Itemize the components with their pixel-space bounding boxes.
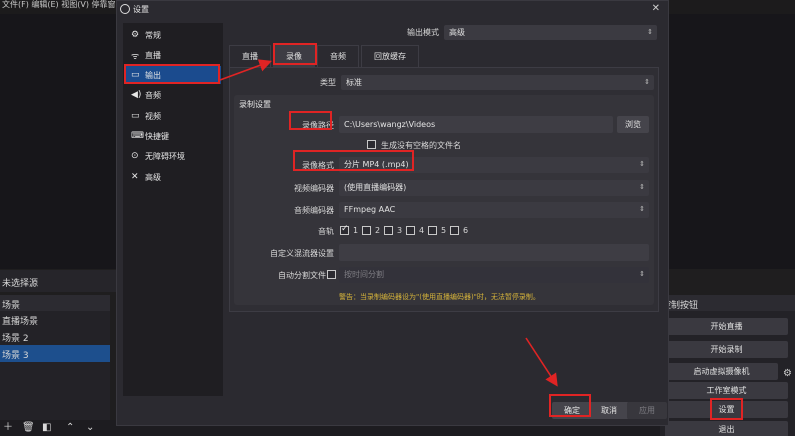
- audio-track-2-checkbox[interactable]: [362, 226, 371, 235]
- annotation-box-path-label: [289, 111, 332, 130]
- start-virtual-camera-button[interactable]: 启动虚拟摄像机: [665, 363, 778, 380]
- scene-item[interactable]: 直播场景: [0, 311, 110, 328]
- scene-item[interactable]: 场景 2: [0, 328, 110, 345]
- tab-replay-buffer[interactable]: 回放缓存: [361, 45, 419, 67]
- video-encoder-select[interactable]: (使用直播编码器) ⇕: [339, 180, 649, 196]
- dialog-title: 设置: [133, 4, 149, 14]
- audio-encoder-value: FFmpeg AAC: [344, 205, 396, 214]
- audio-encoder-select[interactable]: FFmpeg AAC ⇕: [339, 202, 649, 218]
- monitor-icon: ▭: [131, 111, 140, 121]
- sidebar-item-label: 音频: [145, 90, 161, 100]
- audio-track-1-checkbox[interactable]: [340, 224, 349, 235]
- autosplit-select[interactable]: 按时间分割 ⇕: [339, 267, 649, 283]
- trash-icon[interactable]: 🗑: [22, 420, 35, 436]
- sidebar-item-label: 视频: [145, 111, 161, 121]
- scene-item-selected[interactable]: 场景 3: [0, 345, 110, 362]
- gear-icon: ⚙: [131, 30, 140, 40]
- sidebar-item-hotkeys[interactable]: ⌨ 快捷键: [125, 127, 221, 145]
- audio-track-label: 5: [441, 226, 447, 235]
- accessibility-icon: ⊙: [131, 151, 139, 161]
- chevron-up-icon[interactable]: ⌃: [66, 420, 74, 436]
- no-source-label: 未选择源: [0, 270, 120, 292]
- output-mode-value: 高级: [449, 28, 465, 37]
- cancel-button[interactable]: 取消: [589, 402, 629, 419]
- audio-track-3-checkbox[interactable]: [384, 226, 393, 235]
- warning-text: 警告：当录制编码器设为"(使用直播编码器)"时，无法暂停录制。: [339, 293, 540, 301]
- sidebar-item-video[interactable]: ▭ 视频: [125, 107, 221, 125]
- video-encoder-label: 视频编码器: [294, 184, 334, 193]
- antenna-icon: ᯤ: [131, 51, 140, 62]
- studio-mode-button[interactable]: 工作室模式: [665, 382, 788, 399]
- annotation-box-settings: [710, 398, 743, 420]
- audio-track-label: 1: [353, 226, 359, 235]
- annotation-box-format: [293, 150, 414, 171]
- sidebar-item-accessibility[interactable]: ⊙ 无障碍环境: [125, 147, 221, 165]
- autosplit-label: 自动分割文件: [278, 271, 326, 280]
- gear-icon[interactable]: ⚙: [783, 365, 795, 382]
- obs-logo-icon: [120, 4, 130, 14]
- tab-streaming[interactable]: 直播: [229, 45, 271, 67]
- type-select[interactable]: 标准 ⇕: [341, 75, 654, 90]
- output-mode-label: 输出模式: [407, 28, 439, 37]
- sidebar-item-advanced[interactable]: ✕ 高级: [125, 168, 221, 186]
- output-mode-select[interactable]: 高级 ⇕: [444, 25, 657, 40]
- tab-audio[interactable]: 音频: [317, 45, 359, 67]
- output-tabs: 直播 录像 音频 回放缓存: [229, 45, 421, 67]
- dialog-titlebar: 设置: [117, 1, 668, 17]
- type-label: 类型: [320, 78, 336, 87]
- audio-track-5-checkbox[interactable]: [428, 226, 437, 235]
- sidebar-item-stream[interactable]: ᯤ 直播: [125, 46, 221, 64]
- speaker-icon: ◀): [131, 90, 142, 100]
- annotation-box-output: [124, 64, 220, 84]
- settings-content: 输出模式 高级 ⇕ 直播 录像 音频 回放缓存 类型 标准 ⇕ 录制设置 录像路…: [229, 23, 664, 396]
- tools-icon: ✕: [131, 172, 139, 182]
- audio-encoder-label: 音频编码器: [294, 206, 334, 215]
- audio-track-label: 2: [375, 226, 381, 235]
- group-title: 录制设置: [239, 100, 271, 109]
- filter-icon[interactable]: ◧: [42, 420, 51, 436]
- type-value: 标准: [346, 78, 362, 87]
- video-encoder-value: (使用直播编码器): [344, 183, 407, 192]
- spin-arrows-icon: ⇕: [639, 183, 645, 191]
- audio-track-label: 3: [397, 226, 403, 235]
- controls-header: 控制按钮: [660, 295, 795, 311]
- scenes-panel: 场景 直播场景 场景 2 场景 3: [0, 295, 110, 420]
- audio-track-4-checkbox[interactable]: [406, 226, 415, 235]
- browse-button[interactable]: 浏览: [617, 116, 649, 133]
- sidebar-item-general[interactable]: ⚙ 常规: [125, 26, 221, 44]
- apply-button[interactable]: 应用: [627, 402, 667, 419]
- sidebar-item-label: 高级: [145, 172, 161, 182]
- sidebar-item-audio[interactable]: ◀) 音频: [125, 86, 221, 104]
- start-streaming-button[interactable]: 开始直播: [665, 318, 788, 335]
- audio-tracks-label: 音轨: [318, 227, 334, 236]
- recording-path-input[interactable]: C:\Users\wangz\Videos: [339, 116, 613, 133]
- autosplit-checkbox[interactable]: [327, 270, 336, 279]
- scenes-header: 场景: [0, 295, 110, 311]
- start-recording-button[interactable]: 开始录制: [665, 341, 788, 358]
- keyboard-icon: ⌨: [131, 131, 144, 141]
- close-icon[interactable]: ✕: [652, 3, 660, 14]
- sidebar-item-label: 直播: [145, 50, 161, 60]
- spin-arrows-icon: ⇕: [647, 28, 653, 36]
- audio-track-6-checkbox[interactable]: [450, 226, 459, 235]
- spin-arrows-icon: ⇕: [644, 78, 650, 86]
- annotation-box-ok: [549, 394, 591, 417]
- audio-track-label: 6: [463, 226, 469, 235]
- sidebar-item-label: 快捷键: [145, 131, 169, 141]
- add-icon[interactable]: ＋: [3, 420, 13, 436]
- autosplit-value: 按时间分割: [344, 270, 384, 279]
- sidebar-item-label: 常规: [145, 30, 161, 40]
- custom-muxer-label: 自定义混流器设置: [270, 249, 334, 258]
- audio-track-label: 4: [419, 226, 425, 235]
- spin-arrows-icon: ⇕: [639, 270, 645, 278]
- chevron-down-icon[interactable]: ⌄: [86, 420, 94, 436]
- spin-arrows-icon: ⇕: [639, 160, 645, 168]
- no-space-filename-checkbox[interactable]: [367, 140, 376, 149]
- annotation-box-recording-tab: [273, 43, 317, 65]
- exit-button[interactable]: 退出: [665, 421, 788, 436]
- sidebar-item-label: 无障碍环境: [145, 151, 185, 161]
- custom-muxer-input[interactable]: [339, 244, 649, 261]
- spin-arrows-icon: ⇕: [639, 205, 645, 213]
